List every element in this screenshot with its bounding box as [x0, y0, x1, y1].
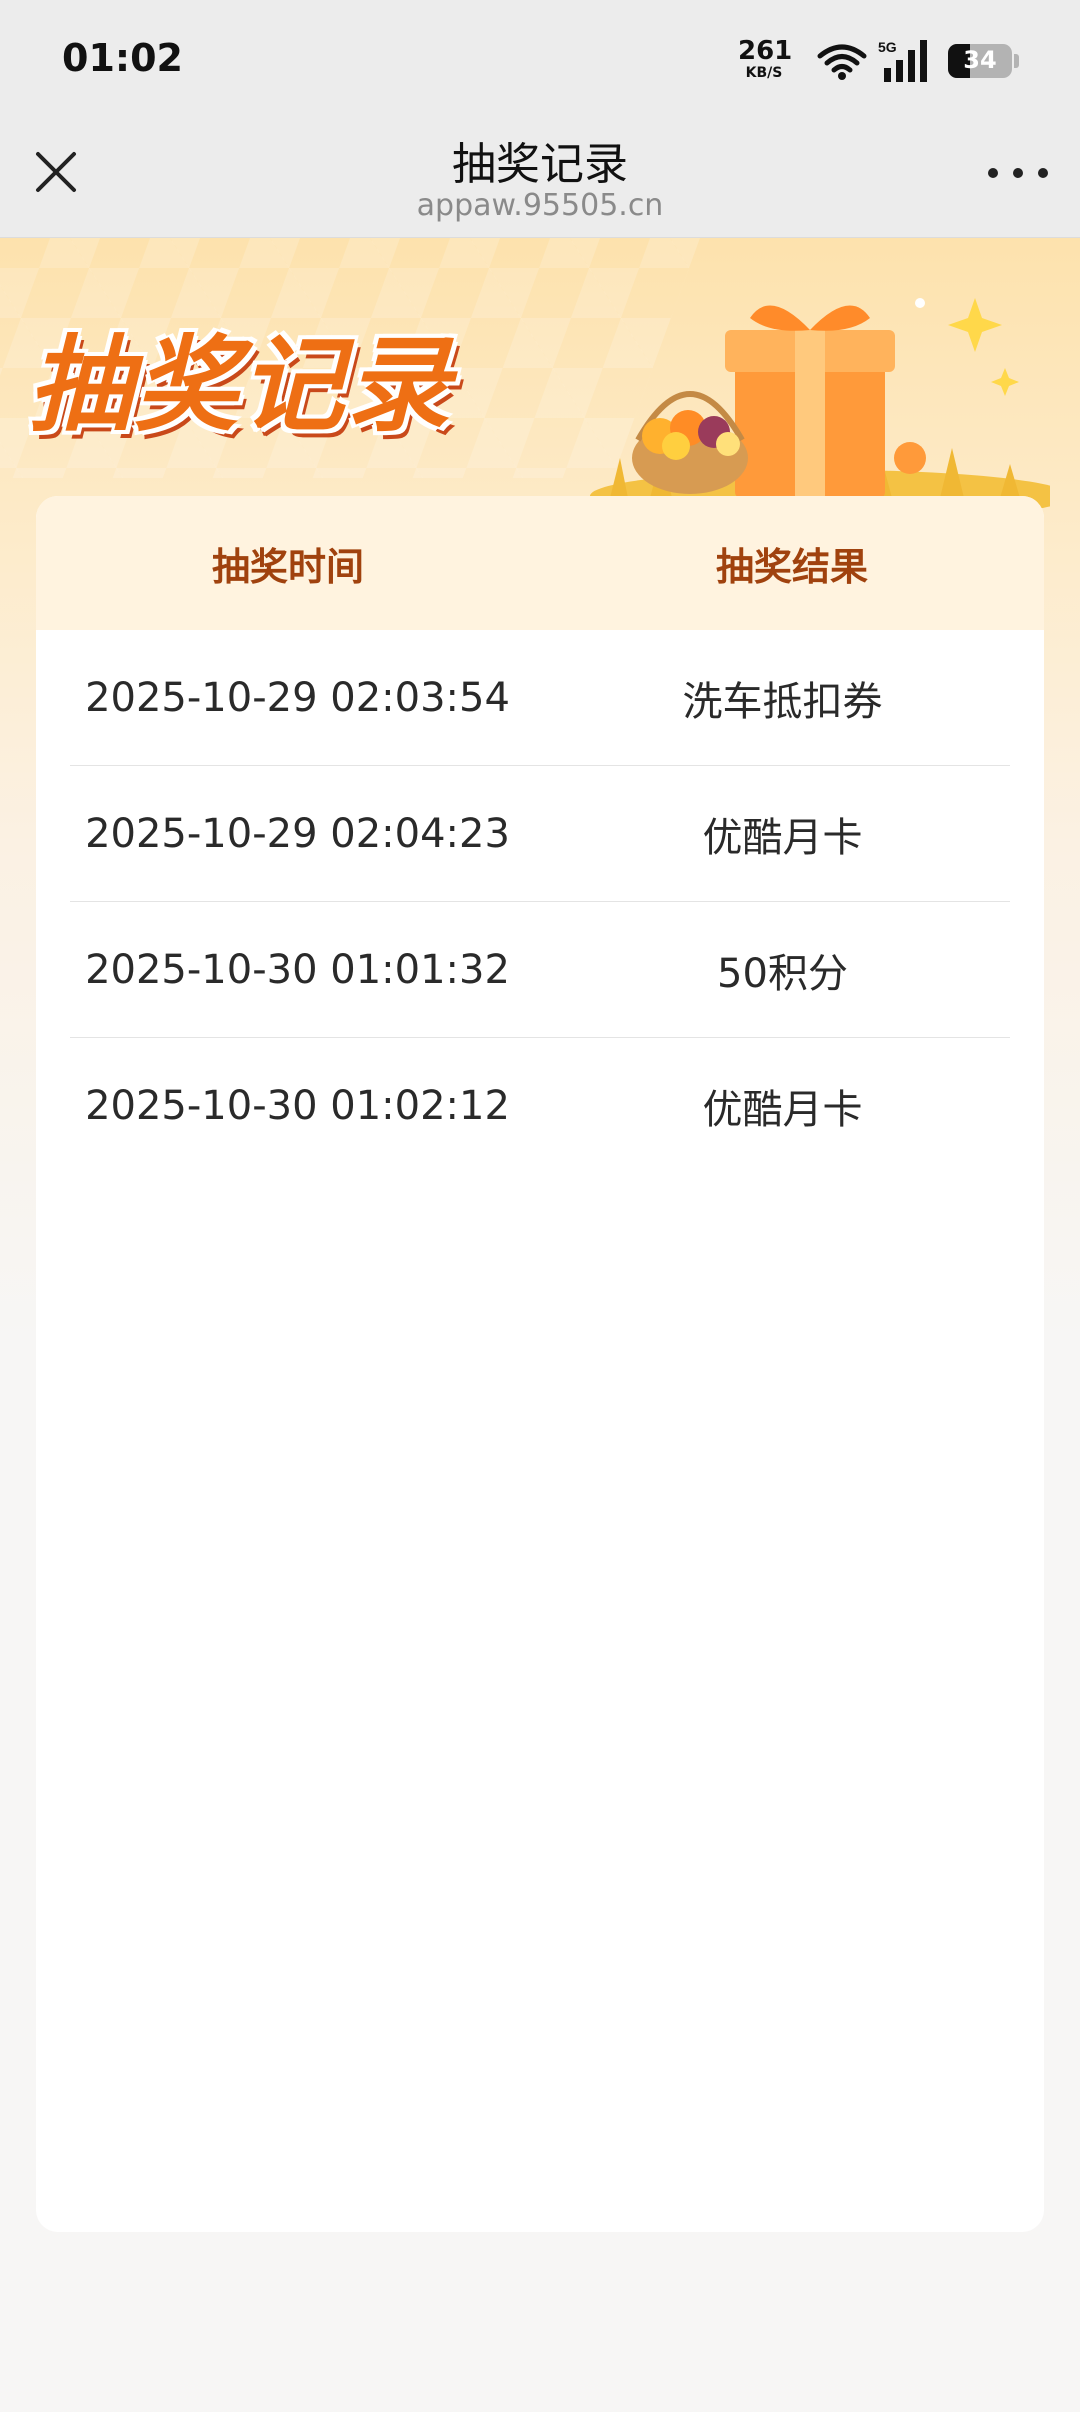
more-dot-icon: [1038, 168, 1048, 178]
network-type-label: 5G: [878, 39, 897, 55]
table-row: 2025-10-29 02:04:23 优酷月卡: [70, 766, 1010, 902]
page-url: appaw.95505.cn: [416, 188, 664, 223]
more-dot-icon: [988, 168, 998, 178]
draw-result: 优酷月卡: [702, 1087, 863, 1133]
draw-time: 2025-10-30 01:02:12: [85, 1083, 510, 1129]
table-row: 2025-10-29 02:03:54 洗车抵扣券: [70, 630, 1010, 766]
header-draw-result: 抽奖结果: [715, 544, 868, 589]
draw-result: 优酷月卡: [702, 814, 863, 861]
draw-result: 50积分: [717, 950, 848, 997]
records-list: 2025-10-29 02:03:54 洗车抵扣券 2025-10-29 02:…: [36, 630, 1044, 1174]
more-options-button[interactable]: [986, 148, 1050, 198]
draw-result: 洗车抵扣券: [682, 678, 883, 725]
gift-box-illustration: [590, 298, 1050, 508]
draw-time: 2025-10-30 01:01:32: [85, 946, 510, 993]
nav-bar: 抽奖记录 appaw.95505.cn: [0, 118, 1080, 238]
table-header: 抽奖时间 抽奖结果: [36, 496, 1044, 630]
hero-title: 抽奖记录: [28, 323, 453, 446]
battery-cap: [1014, 54, 1019, 68]
more-dot-icon: [1013, 168, 1023, 178]
draw-time: 2025-10-29 02:03:54: [85, 674, 510, 721]
cellular-signal-icon: 5G: [878, 39, 927, 82]
status-time: 01:02: [62, 36, 183, 80]
records-card: 抽奖时间 抽奖结果 2025-10-29 02:03:54 洗车抵扣券 2025…: [36, 496, 1044, 2232]
wifi-icon: [817, 44, 867, 80]
network-speed: 261 KB/S: [738, 36, 793, 81]
status-icons: 261 KB/S 5G 34: [738, 36, 1019, 88]
header-draw-time: 抽奖时间: [211, 544, 364, 589]
page-title: 抽奖记录: [452, 139, 628, 190]
draw-time: 2025-10-29 02:04:23: [85, 810, 510, 857]
battery-percentage: 34: [963, 46, 997, 74]
status-bar: 01:02 261 KB/S 5G 34: [0, 0, 1080, 118]
network-speed-value: 261: [738, 36, 793, 66]
network-speed-unit: KB/S: [745, 65, 783, 81]
battery-icon: 34: [948, 44, 1012, 78]
table-row: 2025-10-30 01:01:32 50积分: [70, 902, 1010, 1038]
table-row: 2025-10-30 01:02:12 优酷月卡: [70, 1038, 1010, 1174]
